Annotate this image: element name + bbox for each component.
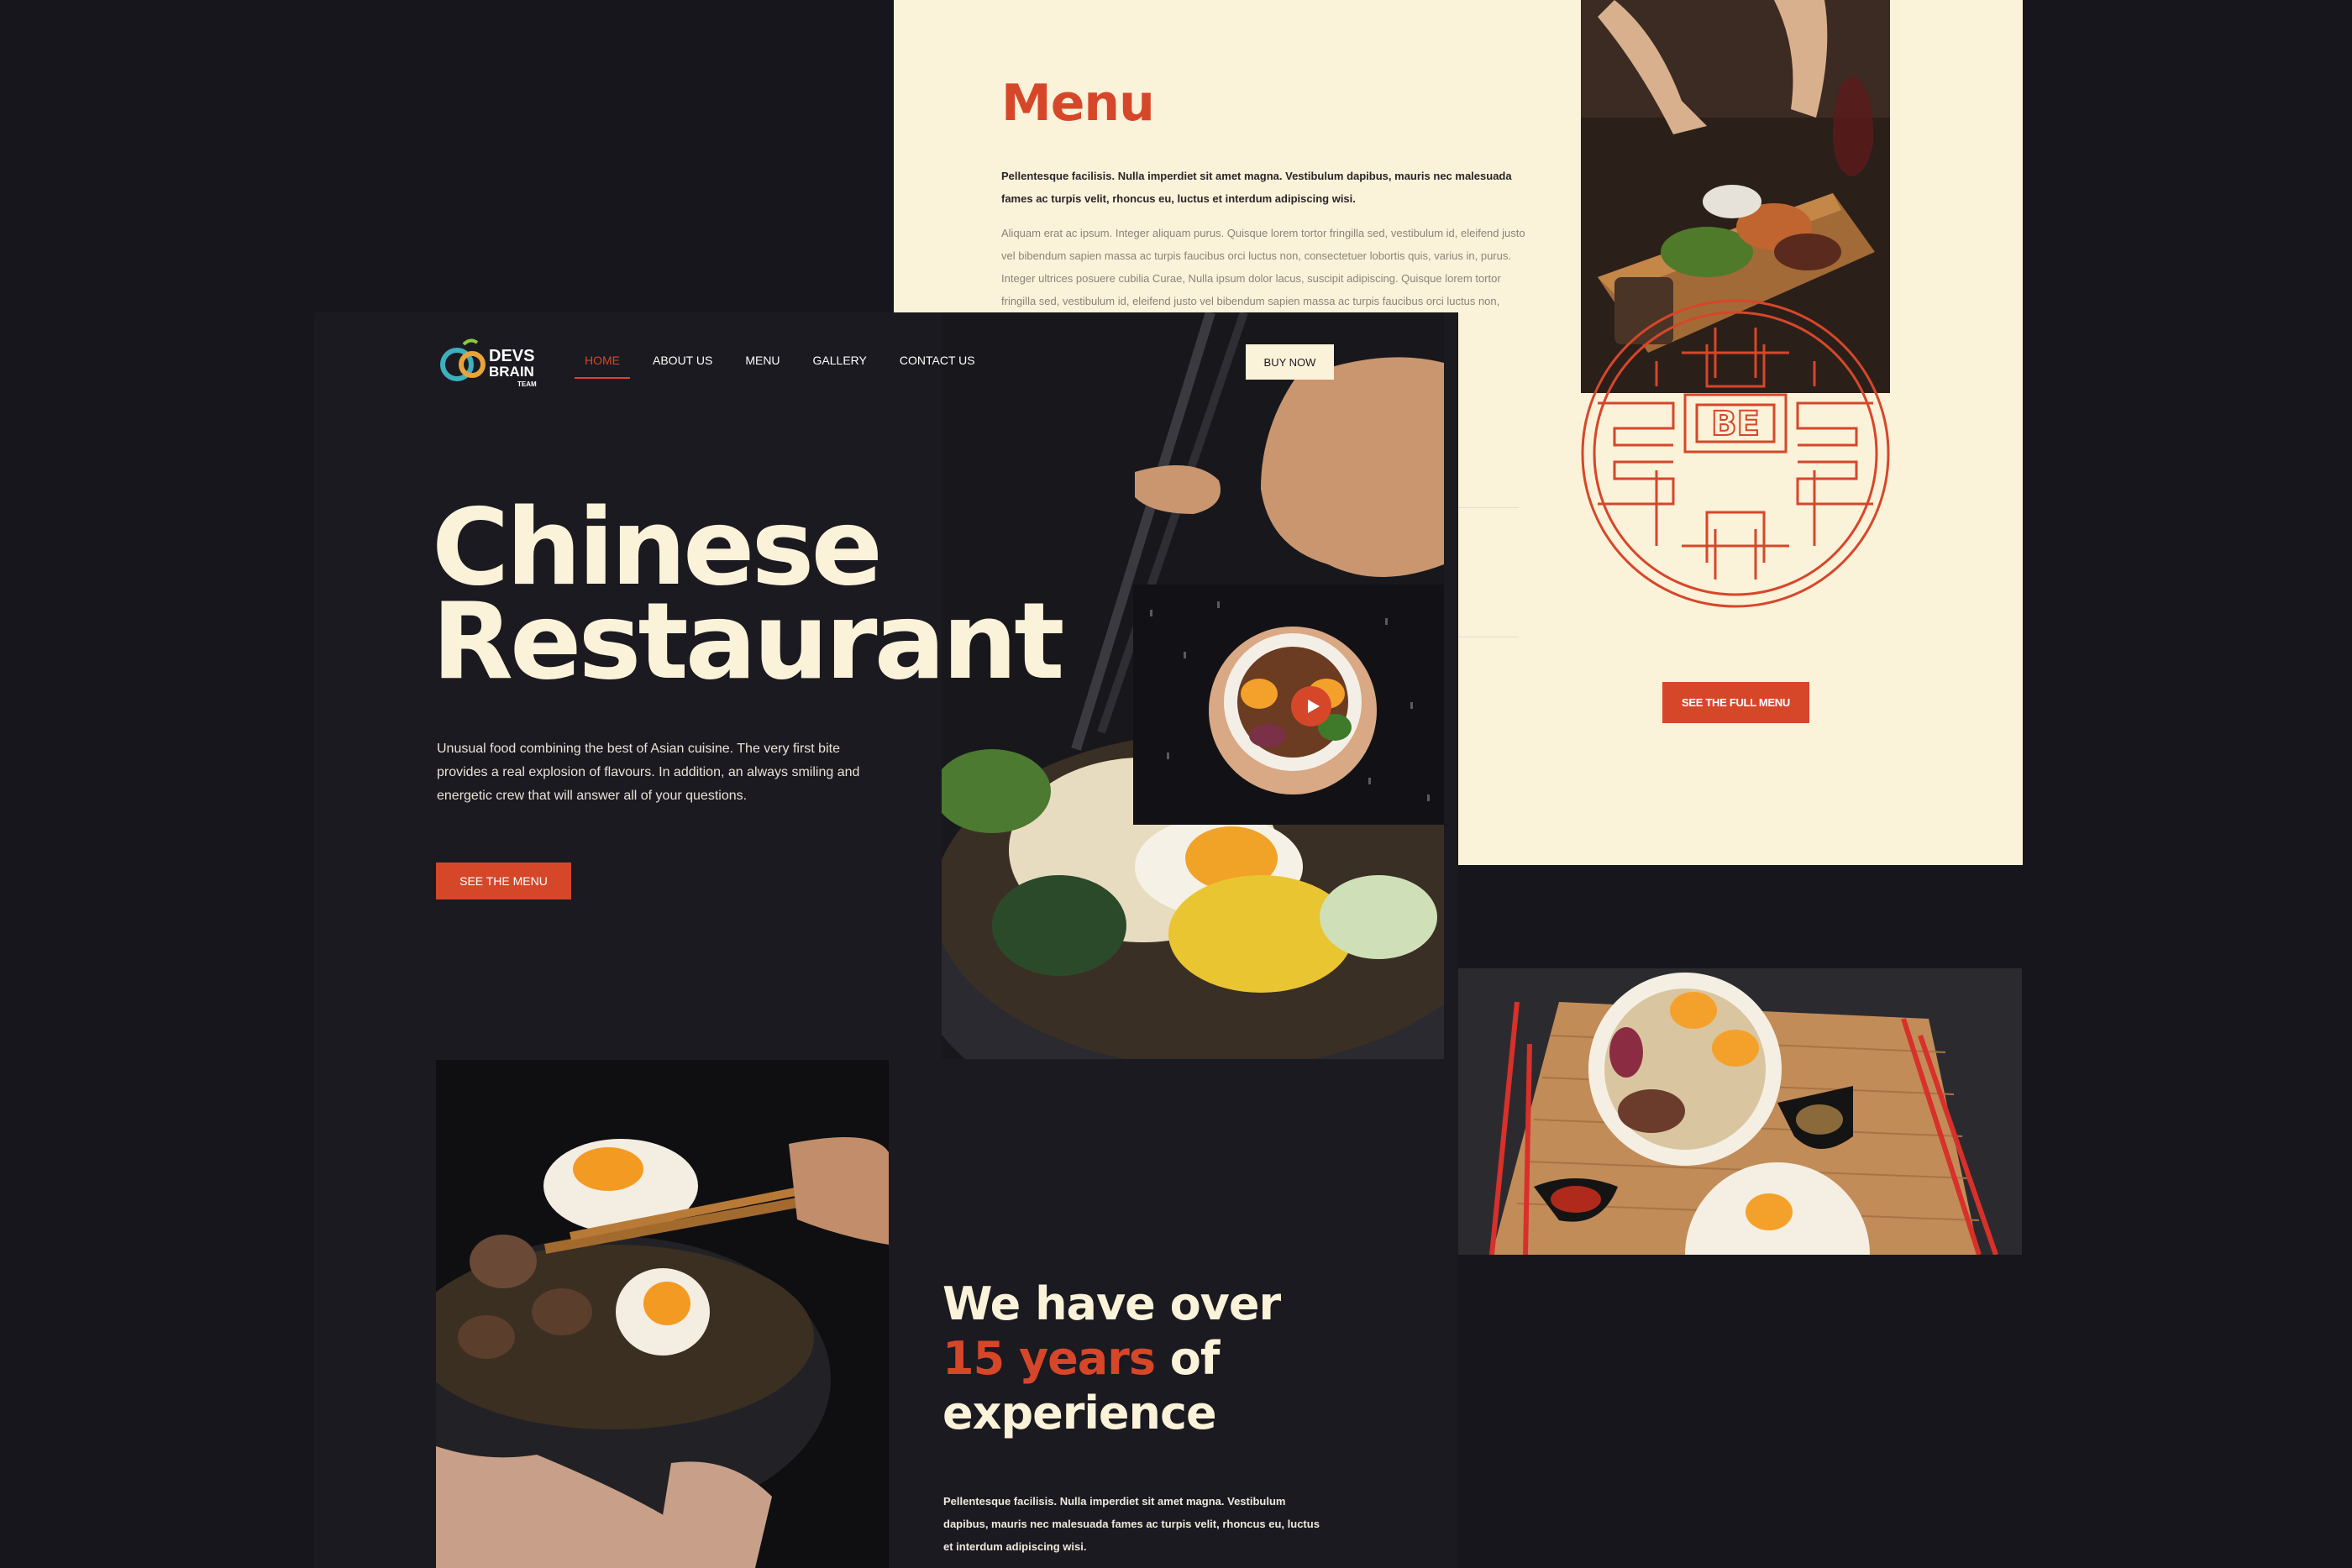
nav-contact-us[interactable]: CONTACT US [900, 354, 975, 379]
play-icon [1308, 700, 1320, 713]
experience-line3: experience [942, 1387, 1217, 1440]
nav-menu[interactable]: MENU [745, 354, 780, 379]
hero-title-line2: Restaurant [432, 579, 1065, 703]
see-the-menu-button[interactable]: SEE THE MENU [436, 863, 571, 899]
experience-line2-rest: of [1154, 1332, 1221, 1385]
logo-line1: DEVS [489, 347, 534, 365]
nav-gallery[interactable]: GALLERY [813, 354, 867, 379]
experience-line1: We have over [942, 1277, 1281, 1330]
menu-section-title: Menu [1001, 74, 1155, 133]
emblem-text: BE [1711, 405, 1760, 443]
nav-about-us[interactable]: ABOUT US [653, 354, 712, 379]
experience-body: Pellentesque facilisis. Nulla imperdiet … [943, 1495, 1320, 1553]
egg-ramen-photo [436, 1060, 889, 1568]
see-full-menu-button[interactable]: SEE THE FULL MENU [1662, 682, 1809, 723]
main-navigation: HOME ABOUT US MENU GALLERY CONTACT US [575, 354, 1008, 379]
restaurant-emblem-icon: BE [1581, 299, 1890, 608]
hero-description: Unusual food combining the best of Asian… [437, 742, 860, 803]
buy-now-button[interactable]: BUY NOW [1246, 344, 1334, 380]
logo-line2: BRAIN [489, 364, 534, 380]
experience-title: We have over 15 years of experience [942, 1277, 1281, 1440]
video-thumbnail-photo[interactable] [1133, 585, 1444, 825]
nav-home[interactable]: HOME [575, 354, 630, 379]
experience-highlight: 15 years [942, 1332, 1156, 1385]
ramen-tray-photo [1458, 968, 2022, 1255]
logo-line3: TEAM [517, 380, 537, 388]
menu-section-lead: Pellentesque facilisis. Nulla imperdiet … [1001, 170, 1512, 205]
devs-brain-logo[interactable]: DEVS BRAIN TEAM [438, 334, 548, 390]
hero-title: Chinese Restaurant [432, 495, 1065, 695]
play-video-button[interactable] [1291, 686, 1331, 726]
